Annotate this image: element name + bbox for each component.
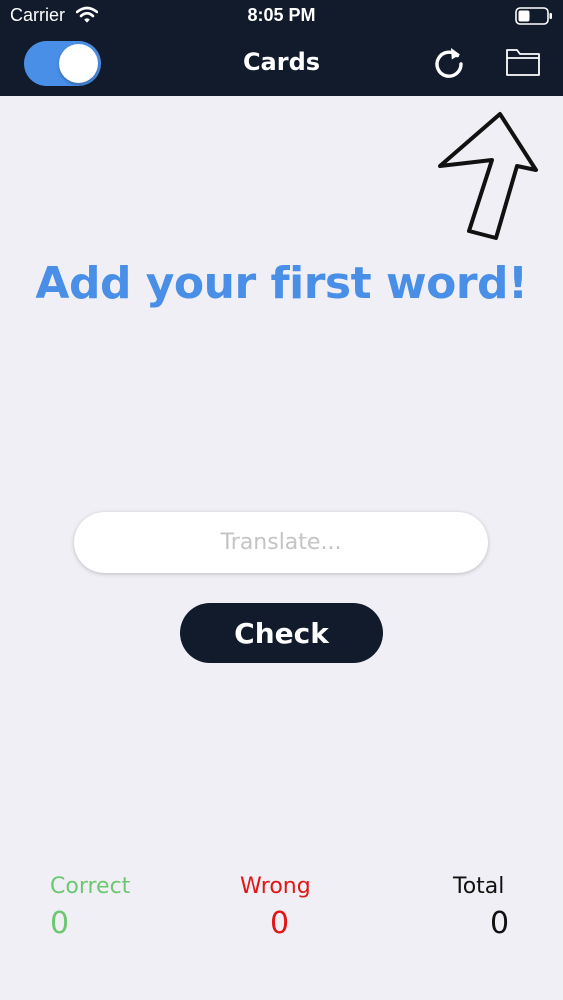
page-title: Cards	[242, 48, 321, 76]
up-arrow-icon	[436, 108, 540, 248]
status-bar: Carrier 8:05 PM	[0, 0, 563, 32]
refresh-icon	[435, 48, 463, 78]
folder-icon	[506, 49, 540, 76]
refresh-button[interactable]	[430, 44, 468, 82]
header: Carrier 8:05 PM Cards	[0, 0, 563, 96]
check-button[interactable]: Check	[180, 603, 383, 663]
status-time: 8:05 PM	[247, 5, 316, 25]
battery-icon	[515, 7, 553, 29]
translate-input[interactable]	[74, 512, 488, 573]
folder-button[interactable]	[503, 44, 543, 80]
total-label: Total	[453, 874, 505, 899]
wrong-count: 0	[270, 906, 290, 941]
correct-count: 0	[50, 906, 70, 941]
empty-state-headline: Add your first word!	[35, 258, 528, 309]
correct-label: Correct	[50, 874, 131, 899]
app-screen: Carrier 8:05 PM Cards Add your first wor…	[0, 0, 563, 1000]
total-count: 0	[490, 906, 510, 941]
wrong-label: Wrong	[240, 874, 311, 899]
